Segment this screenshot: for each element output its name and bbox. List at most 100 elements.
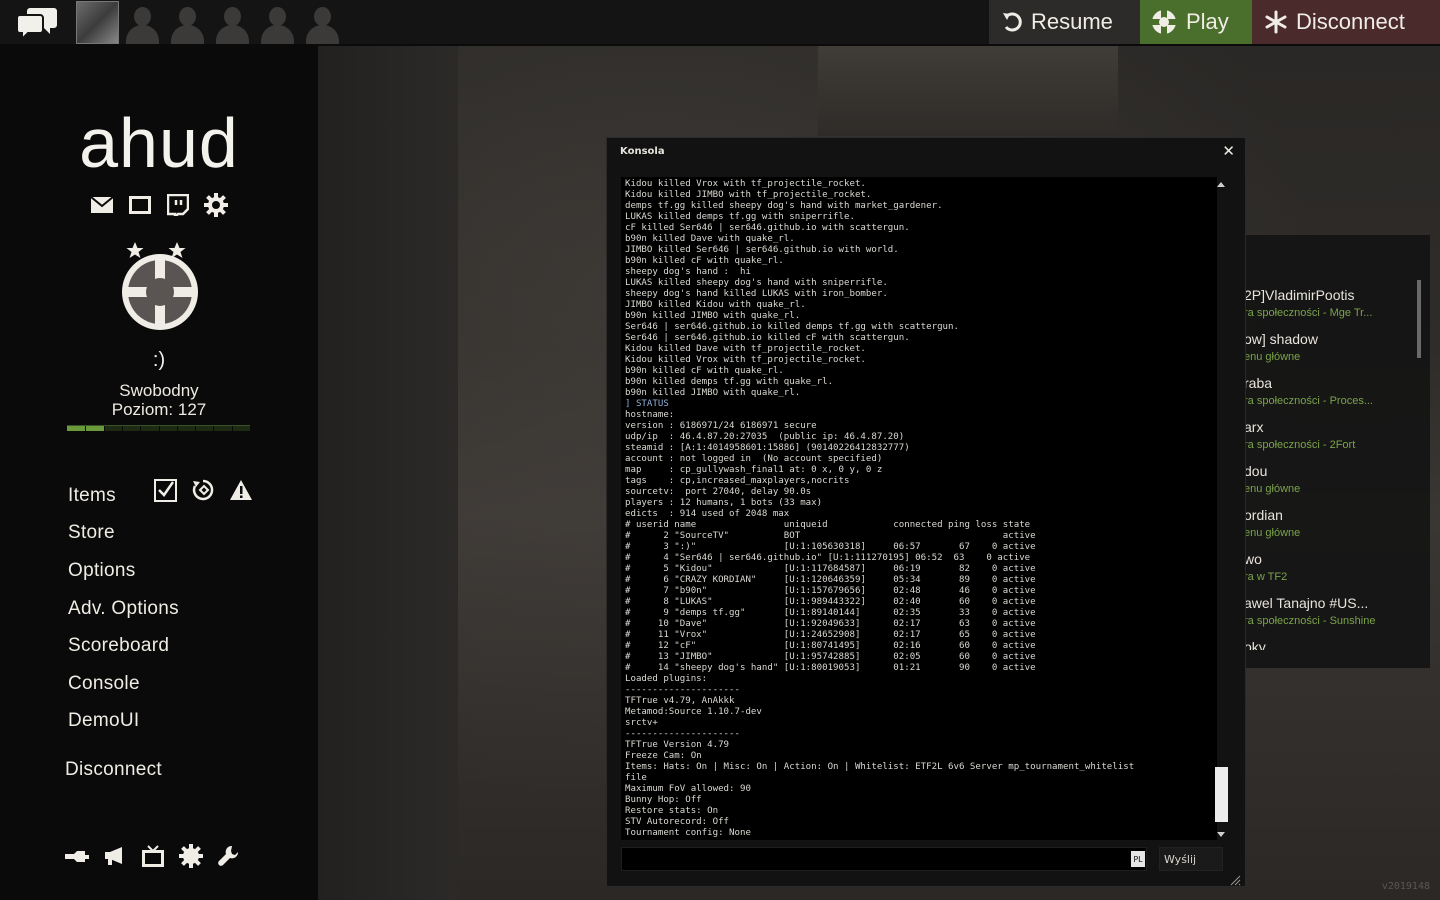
checkbox-icon[interactable] (153, 478, 177, 502)
console-line: Ser646 | ser646.github.io killed cF with… (625, 333, 910, 343)
friend-entry[interactable]: dou enu główne (1240, 461, 1430, 505)
friend-entry[interactable]: 2P]VladimirPootis ra społeczności - Mge … (1240, 285, 1430, 329)
friend-entry[interactable]: oky (1240, 637, 1430, 650)
console-command-input[interactable] (621, 847, 1147, 871)
top-actions: Resume Play Disconnect (989, 0, 1440, 44)
mail-icon[interactable] (90, 194, 114, 216)
friend-name: 2P]VladimirPootis (1244, 287, 1355, 303)
level-segment-divider (140, 426, 142, 431)
console-line: TFTrue v4.79, AnAkkk (625, 696, 735, 706)
party-slot-empty[interactable] (301, 1, 344, 44)
workshop-icon[interactable] (64, 844, 90, 868)
scroll-up-icon[interactable] (1217, 182, 1225, 187)
console-line: edicts : 914 used of 2048 max (625, 509, 790, 519)
close-icon[interactable]: ✕ (1222, 144, 1235, 159)
warning-icon[interactable] (229, 478, 253, 502)
party-slot-empty[interactable] (256, 1, 299, 44)
friend-entry[interactable]: raba ra społeczności - Proces... (1240, 373, 1430, 417)
console-line: b90n killed JIMBO with quake_rl. (625, 311, 801, 321)
party-bar (76, 1, 344, 44)
console-line: LUKAS killed sheepy dog's hand with snip… (625, 278, 888, 288)
disconnect-icon (1265, 10, 1287, 34)
screen-icon[interactable] (128, 194, 152, 216)
party-slot-empty[interactable] (211, 1, 254, 44)
console-line: # 7 "b90n" [U:1:157679656] 02:48 46 0 ac… (625, 586, 1036, 596)
friend-status: ra społeczności - Mge Tr... (1244, 307, 1373, 319)
scroll-thumb[interactable] (1215, 767, 1228, 822)
party-avatar-self[interactable] (76, 1, 119, 44)
sidebar-disconnect-link[interactable]: Disconnect (65, 759, 162, 781)
console-line: cF killed Ser646 | ser646.github.io with… (625, 223, 910, 233)
console-line: # 6 "CRAZY KORDIAN" [U:1:120646359] 05:3… (625, 575, 1036, 585)
console-line: # userid name uniqueid connected ping lo… (625, 520, 1031, 530)
disconnect-button[interactable]: Disconnect (1252, 0, 1440, 44)
menu-item-scoreboard[interactable]: Scoreboard (68, 627, 179, 665)
menu-item-options[interactable]: Options (68, 552, 179, 590)
friend-status: ra społeczności - 2Fort (1244, 439, 1356, 451)
friend-entry[interactable]: ordian enu główne (1240, 505, 1430, 549)
main-menu: Items Store Options Adv. Options Scorebo… (68, 477, 179, 740)
scroll-down-icon[interactable] (1217, 832, 1225, 837)
chat-icon[interactable] (16, 6, 58, 42)
friend-name: ow] shadow (1244, 331, 1318, 347)
settings-cog-icon[interactable] (178, 844, 204, 868)
menu-item-store[interactable]: Store (68, 515, 179, 553)
play-label: Play (1186, 9, 1229, 34)
friend-entry[interactable]: ow] shadow enu główne (1240, 329, 1430, 373)
friend-name: dou (1244, 463, 1268, 479)
console-line: b90n killed cF with quake_rl. (625, 256, 784, 266)
console-line: b90n killed cF with quake_rl. (625, 366, 784, 376)
console-output[interactable]: Kidou killed Vrox with tf_projectile_roc… (621, 177, 1217, 840)
console-line: file (625, 773, 647, 783)
main-menu-sidebar: ahud :) Swobodny Poziom: 127 Items Store… (0, 46, 318, 900)
console-line: # 5 "Kidou" [U:1:117684587] 06:19 82 0 a… (625, 564, 1036, 574)
menu-item-demoui[interactable]: DemoUI (68, 703, 179, 741)
friend-entry[interactable]: awel Tanajno #US... ra społeczności - Su… (1240, 593, 1430, 637)
party-slot-empty[interactable] (121, 1, 164, 44)
friend-entry[interactable]: wo ra w TF2 (1240, 549, 1430, 593)
scene-beam (818, 46, 1118, 136)
console-line: demps tf.gg killed sheepy dog's hand wit… (625, 201, 943, 211)
play-button[interactable]: Play (1140, 0, 1252, 44)
console-line: # 13 "JIMBO" [U:1:95742885] 02:05 60 0 a… (625, 652, 1036, 662)
console-line: # 10 "Dave" [U:1:92049633] 02:17 63 0 ac… (625, 619, 1036, 629)
social-links (90, 193, 228, 217)
send-button[interactable]: Wyślij (1159, 847, 1223, 871)
menu-item-console[interactable]: Console (68, 665, 179, 703)
console-line: TFTrue Version 4.79 (625, 740, 730, 750)
console-line: steamid : [A:1:4014958601:15886] (901402… (625, 443, 910, 453)
wrench-icon[interactable] (216, 844, 242, 868)
console-line: version : 6186971/24 6186971 secure (625, 421, 817, 431)
console-line: --------------------- (625, 729, 740, 739)
friends-list: 2P]VladimirPootis ra społeczności - Mge … (1240, 285, 1430, 650)
console-line: # 9 "demps tf.gg" [U:1:89140144] 02:35 3… (625, 608, 1036, 618)
console-line: JIMBO killed Kidou with quake_rl. (625, 300, 806, 310)
menu-item-adv-options[interactable]: Adv. Options (68, 590, 179, 628)
resize-grip-icon[interactable] (1229, 871, 1241, 886)
scene-wall (318, 46, 458, 900)
console-line: # 12 "cF" [U:1:80741495] 02:16 60 0 acti… (625, 641, 1036, 651)
console-line: Tournament config: None (625, 828, 751, 838)
input-language-badge: PL (1131, 851, 1145, 867)
friend-status: ra w TF2 (1244, 571, 1288, 583)
console-line: Bunny Hop: Off (625, 795, 702, 805)
megaphone-icon[interactable] (102, 844, 128, 868)
resume-button[interactable]: Resume (989, 0, 1140, 44)
console-line: Items: Hats: On | Misc: On | Action: On … (625, 762, 1135, 772)
gear-icon[interactable] (204, 193, 228, 217)
profile-avatar[interactable] (119, 242, 201, 332)
level-segment-divider (121, 426, 123, 431)
party-slot-empty[interactable] (166, 1, 209, 44)
twitch-icon[interactable] (166, 194, 190, 216)
friend-entry[interactable]: arx ra społeczności - 2Fort (1240, 417, 1430, 461)
console-line: Kidou killed Vrox with tf_projectile_roc… (625, 179, 866, 189)
trade-icon[interactable] (191, 478, 215, 502)
friend-status: enu główne (1244, 483, 1301, 495)
console-line: sourcetv: port 27040, delay 90.0s (625, 487, 812, 497)
friends-scrollbar[interactable] (1417, 280, 1421, 358)
console-line: account : not logged in (No account spec… (625, 454, 883, 464)
console-line: sheepy dog's hand killed LUKAS with iron… (625, 289, 888, 299)
tv-icon[interactable] (140, 844, 166, 868)
console-scrollbar[interactable] (1213, 182, 1229, 837)
console-line: srctv+ (625, 718, 658, 728)
